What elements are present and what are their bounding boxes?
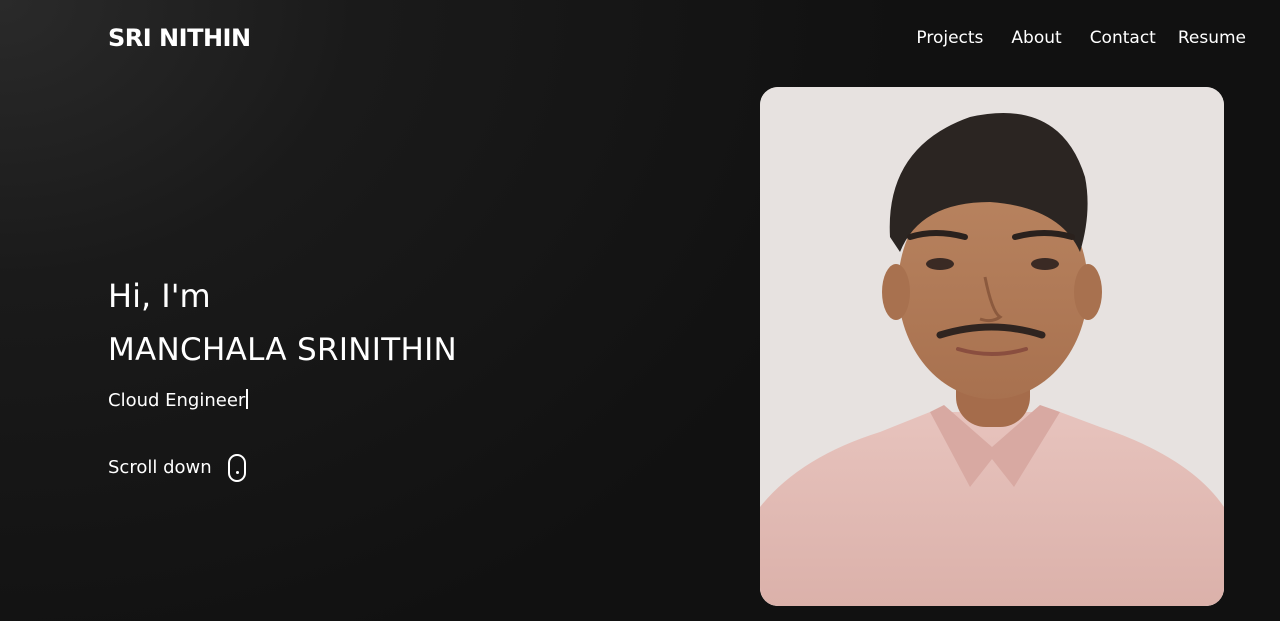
nav-links: Projects About Contact Resume xyxy=(916,24,1246,52)
hero-role-line: Cloud Engineer xyxy=(108,388,457,414)
scroll-down-label: Scroll down xyxy=(108,457,212,478)
nav-link-projects[interactable]: Projects xyxy=(916,24,983,52)
hero-greeting: Hi, I'm xyxy=(108,277,211,315)
hero-role: Cloud Engineer xyxy=(108,390,246,411)
hero-intro: Hi, I'm MANCHALA SRINITHIN Cloud Enginee… xyxy=(108,276,457,482)
profile-photo xyxy=(760,87,1224,606)
hero-name: MANCHALA SRINITHIN xyxy=(108,332,458,368)
brand-logo[interactable]: SRI NITHIN xyxy=(108,22,251,54)
mouse-icon xyxy=(227,454,246,482)
mouse-wheel-icon xyxy=(235,471,239,474)
scroll-down-button[interactable]: Scroll down xyxy=(108,454,457,482)
nav-link-resume[interactable]: Resume xyxy=(1178,24,1246,52)
typing-cursor-icon xyxy=(246,389,249,409)
nav-link-contact[interactable]: Contact xyxy=(1090,24,1156,52)
nav-link-about[interactable]: About xyxy=(1011,24,1061,52)
top-navbar: SRI NITHIN Projects About Contact Resume xyxy=(0,0,1280,76)
portrait-illustration xyxy=(760,87,1224,606)
